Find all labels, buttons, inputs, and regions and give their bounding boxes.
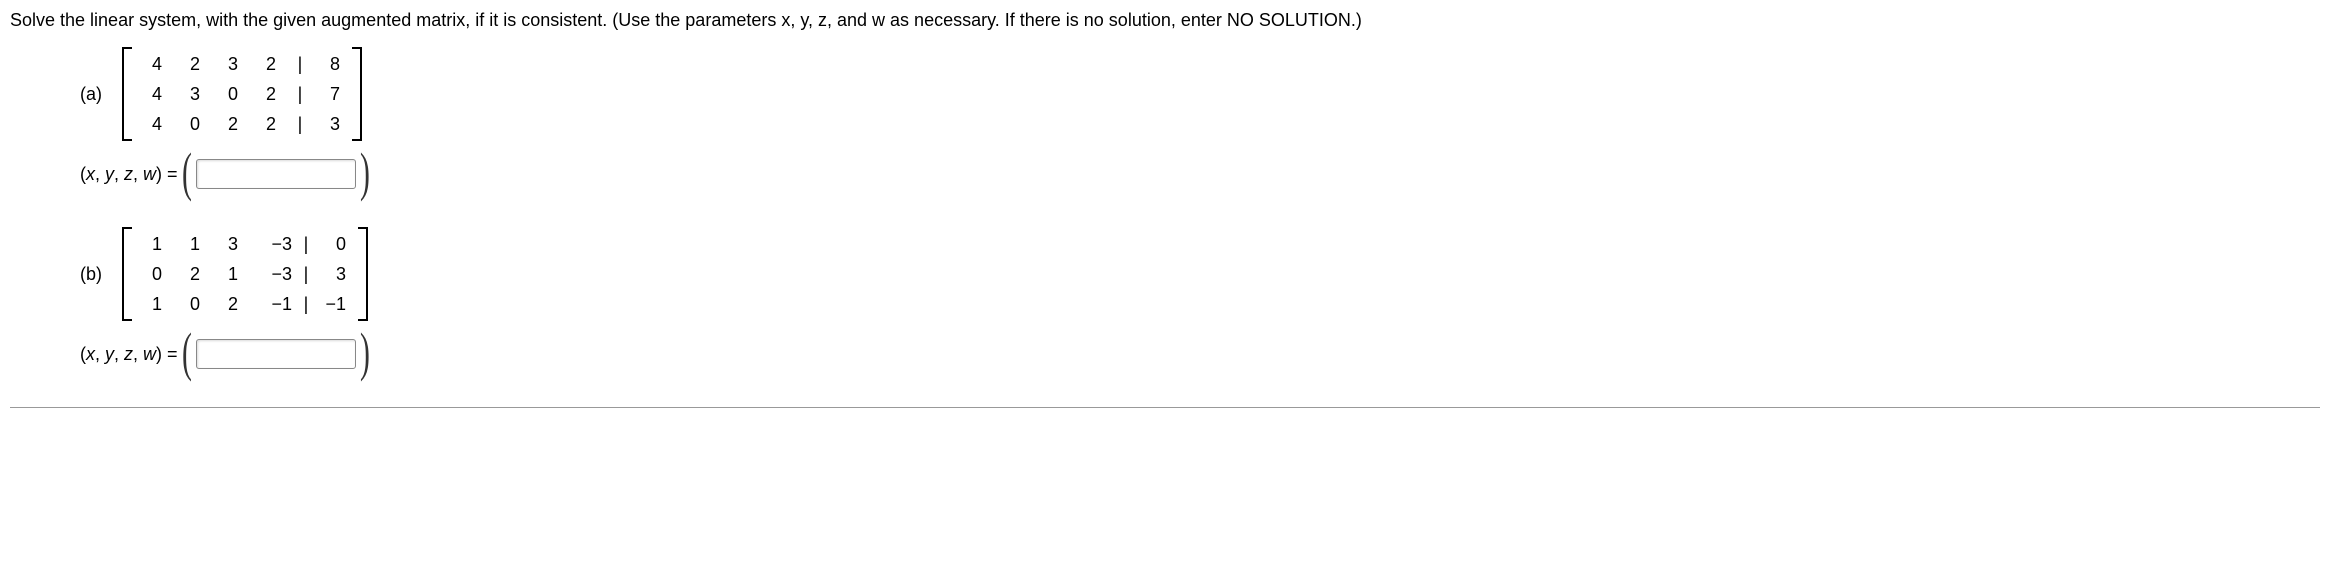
part-b-label: (b) — [80, 264, 102, 285]
augment-separator: | — [296, 294, 316, 315]
bracket-left — [122, 227, 132, 321]
cell: 2 — [176, 264, 214, 285]
cell: 2 — [214, 114, 252, 135]
var-w: w — [143, 344, 156, 364]
cell: 4 — [138, 84, 176, 105]
matrix-b: 1 1 3 −3 | 0 0 2 1 −3 | 3 1 0 2 −1 | — [122, 227, 368, 321]
cell: 4 — [138, 54, 176, 75]
answer-input-b[interactable] — [196, 339, 356, 369]
matrix-b-body: 1 1 3 −3 | 0 0 2 1 −3 | 3 1 0 2 −1 | — [132, 227, 358, 321]
cell: −3 — [252, 234, 296, 255]
matrix-row: 4 2 3 2 | 8 — [138, 49, 346, 79]
cell: 3 — [176, 84, 214, 105]
divider — [10, 407, 2320, 408]
cell: 2 — [252, 54, 290, 75]
cell: 0 — [138, 264, 176, 285]
var-w: w — [143, 164, 156, 184]
var-y: y — [105, 344, 114, 364]
cell: 3 — [214, 234, 252, 255]
cell: −3 — [252, 264, 296, 285]
answer-label-b: (x, y, z, w) = — [80, 344, 178, 365]
cell: 3 — [310, 114, 346, 135]
var-z: z — [124, 164, 133, 184]
var-x: x — [86, 344, 95, 364]
augment-separator: | — [296, 264, 316, 285]
matrix-row: 1 1 3 −3 | 0 — [138, 229, 352, 259]
cell: 0 — [316, 234, 352, 255]
answer-line-a: (x, y, z, w) = ( ) — [80, 159, 2320, 189]
bracket-left — [122, 47, 132, 141]
cell: 0 — [176, 294, 214, 315]
cell: −1 — [316, 294, 352, 315]
answer-input-a[interactable] — [196, 159, 356, 189]
matrix-row: 1 0 2 −1 | −1 — [138, 289, 352, 319]
augment-separator: | — [290, 54, 310, 75]
cell: 0 — [176, 114, 214, 135]
answer-label-a: (x, y, z, w) = — [80, 164, 178, 185]
var-y: y — [105, 164, 114, 184]
augment-separator: | — [296, 234, 316, 255]
bracket-right — [358, 227, 368, 321]
augment-separator: | — [290, 84, 310, 105]
cell: 1 — [138, 294, 176, 315]
cell: 0 — [214, 84, 252, 105]
cell: 1 — [214, 264, 252, 285]
cell: 7 — [310, 84, 346, 105]
answer-line-b: (x, y, z, w) = ( ) — [80, 339, 2320, 369]
cell: 2 — [214, 294, 252, 315]
cell: 1 — [176, 234, 214, 255]
part-b: (b) 1 1 3 −3 | 0 0 2 1 −3 | 3 1 0 — [80, 227, 2320, 321]
cell: 2 — [252, 114, 290, 135]
cell: 8 — [310, 54, 346, 75]
part-a-label: (a) — [80, 84, 102, 105]
cell: 4 — [138, 114, 176, 135]
cell: 2 — [252, 84, 290, 105]
var-z: z — [124, 344, 133, 364]
cell: −1 — [252, 294, 296, 315]
matrix-row: 4 3 0 2 | 7 — [138, 79, 346, 109]
augment-separator: | — [290, 114, 310, 135]
part-a: (a) 4 2 3 2 | 8 4 3 0 2 | 7 4 0 — [80, 47, 2320, 141]
cell: 3 — [214, 54, 252, 75]
bracket-right — [352, 47, 362, 141]
cell: 3 — [316, 264, 352, 285]
question-text: Solve the linear system, with the given … — [10, 10, 2320, 31]
matrix-a-body: 4 2 3 2 | 8 4 3 0 2 | 7 4 0 2 2 | 3 — [132, 47, 352, 141]
var-x: x — [86, 164, 95, 184]
cell: 1 — [138, 234, 176, 255]
matrix-row: 4 0 2 2 | 3 — [138, 109, 346, 139]
matrix-a: 4 2 3 2 | 8 4 3 0 2 | 7 4 0 2 2 | 3 — [122, 47, 362, 141]
cell: 2 — [176, 54, 214, 75]
matrix-row: 0 2 1 −3 | 3 — [138, 259, 352, 289]
